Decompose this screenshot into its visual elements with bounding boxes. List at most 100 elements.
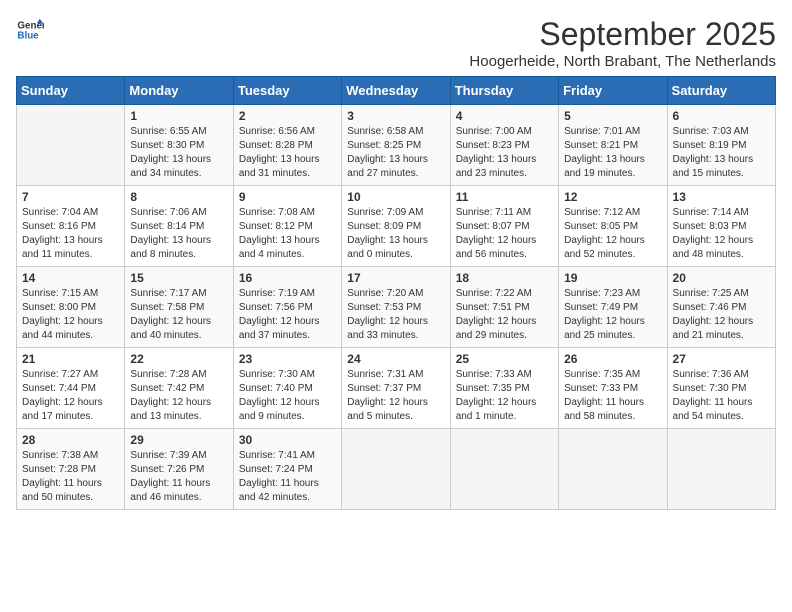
day-number: 10	[347, 190, 444, 204]
day-info: Sunrise: 7:38 AM Sunset: 7:28 PM Dayligh…	[22, 449, 119, 505]
day-header-thursday: Thursday	[450, 77, 558, 105]
day-info: Sunrise: 7:06 AM Sunset: 8:14 PM Dayligh…	[130, 206, 227, 262]
day-number: 13	[673, 190, 770, 204]
day-number: 19	[564, 271, 661, 285]
calendar-cell: 5Sunrise: 7:01 AM Sunset: 8:21 PM Daylig…	[559, 105, 667, 186]
calendar-cell: 12Sunrise: 7:12 AM Sunset: 8:05 PM Dayli…	[559, 186, 667, 267]
calendar-cell: 24 Sunrise: 7:31 AM Sunset: 7:37 PM Dayli…	[342, 348, 450, 429]
day-number: 5	[564, 109, 661, 123]
day-info: Sunrise: 7:36 AM Sunset: 7:30 PM Dayligh…	[673, 368, 770, 424]
calendar-cell: 29Sunrise: 7:39 AM Sunset: 7:26 PM Dayli…	[125, 429, 233, 510]
calendar-cell: 4 Sunrise: 7:00 AM Sunset: 8:23 PM Daylig…	[450, 105, 558, 186]
day-number: 7	[22, 190, 119, 204]
day-info: Sunrise: 7:04 AM Sunset: 8:16 PM Dayligh…	[22, 206, 119, 262]
day-info: Sunrise: 7:14 AM Sunset: 8:03 PM Dayligh…	[673, 206, 770, 262]
calendar-cell: 20Sunrise: 7:25 AM Sunset: 7:46 PM Dayli…	[667, 267, 775, 348]
day-info: Sunrise: 7:20 AM Sunset: 7:53 PM Dayligh…	[347, 287, 444, 343]
calendar-cell: 17 Sunrise: 7:20 AM Sunset: 7:53 PM Dayli…	[342, 267, 450, 348]
day-info: Sunrise: 6:58 AM Sunset: 8:25 PM Dayligh…	[347, 125, 444, 181]
calendar-cell: 11 Sunrise: 7:11 AM Sunset: 8:07 PM Dayli…	[450, 186, 558, 267]
day-info: Sunrise: 7:31 AM Sunset: 7:37 PM Dayligh…	[347, 368, 444, 424]
calendar-cell: 27 Sunrise: 7:36 AM Sunset: 7:30 PM Dayli…	[667, 348, 775, 429]
day-number: 30	[239, 433, 336, 447]
calendar-cell	[342, 429, 450, 510]
logo: General Blue	[16, 16, 44, 44]
day-info: Sunrise: 7:00 AM Sunset: 8:23 PM Dayligh…	[456, 125, 553, 181]
day-info: Sunrise: 7:28 AM Sunset: 7:42 PM Dayligh…	[130, 368, 227, 424]
day-number: 25	[456, 352, 553, 366]
day-number: 14	[22, 271, 119, 285]
week-row-2: 7 Sunrise: 7:04 AM Sunset: 8:16 PM Daylig…	[17, 186, 776, 267]
calendar-cell: 7 Sunrise: 7:04 AM Sunset: 8:16 PM Daylig…	[17, 186, 125, 267]
day-info: Sunrise: 7:11 AM Sunset: 8:07 PM Dayligh…	[456, 206, 553, 262]
day-header-tuesday: Tuesday	[233, 77, 341, 105]
day-number: 27	[673, 352, 770, 366]
day-number: 17	[347, 271, 444, 285]
calendar-cell	[559, 429, 667, 510]
day-number: 15	[130, 271, 227, 285]
day-number: 26	[564, 352, 661, 366]
calendar-cell: 14Sunrise: 7:15 AM Sunset: 8:00 PM Dayli…	[17, 267, 125, 348]
calendar-cell: 16Sunrise: 7:19 AM Sunset: 7:56 PM Dayli…	[233, 267, 341, 348]
day-header-wednesday: Wednesday	[342, 77, 450, 105]
calendar-cell: 18 Sunrise: 7:22 AM Sunset: 7:51 PM Dayli…	[450, 267, 558, 348]
calendar-cell: 26 Sunrise: 7:35 AM Sunset: 7:33 PM Dayli…	[559, 348, 667, 429]
day-number: 20	[673, 271, 770, 285]
calendar-cell: 25 Sunrise: 7:33 AM Sunset: 7:35 PM Dayli…	[450, 348, 558, 429]
day-number: 9	[239, 190, 336, 204]
month-title: September 2025	[469, 16, 776, 53]
day-number: 16	[239, 271, 336, 285]
calendar-cell: 8 Sunrise: 7:06 AM Sunset: 8:14 PM Daylig…	[125, 186, 233, 267]
day-number: 4	[456, 109, 553, 123]
logo-icon: General Blue	[16, 16, 44, 44]
day-number: 21	[22, 352, 119, 366]
day-number: 3	[347, 109, 444, 123]
day-number: 11	[456, 190, 553, 204]
calendar-cell: 21 Sunrise: 7:27 AM Sunset: 7:44 PM Dayli…	[17, 348, 125, 429]
calendar-cell: 1 Sunrise: 6:55 AM Sunset: 8:30 PM Daylig…	[125, 105, 233, 186]
calendar-cell: 9 Sunrise: 7:08 AM Sunset: 8:12 PM Daylig…	[233, 186, 341, 267]
page-header: General Blue September 2025 Hoogerheide,…	[16, 16, 776, 70]
day-number: 18	[456, 271, 553, 285]
day-info: Sunrise: 7:03 AM Sunset: 8:19 PM Dayligh…	[673, 125, 770, 181]
location-subtitle: Hoogerheide, North Brabant, The Netherla…	[469, 53, 776, 70]
day-number: 8	[130, 190, 227, 204]
day-info: Sunrise: 7:08 AM Sunset: 8:12 PM Dayligh…	[239, 206, 336, 262]
day-info: Sunrise: 7:17 AM Sunset: 7:58 PM Dayligh…	[130, 287, 227, 343]
day-number: 12	[564, 190, 661, 204]
calendar-cell: 15 Sunrise: 7:17 AM Sunset: 7:58 PM Dayli…	[125, 267, 233, 348]
day-info: Sunrise: 7:35 AM Sunset: 7:33 PM Dayligh…	[564, 368, 661, 424]
day-number: 28	[22, 433, 119, 447]
day-info: Sunrise: 7:33 AM Sunset: 7:35 PM Dayligh…	[456, 368, 553, 424]
day-header-sunday: Sunday	[17, 77, 125, 105]
day-info: Sunrise: 7:30 AM Sunset: 7:40 PM Dayligh…	[239, 368, 336, 424]
calendar-cell: 2Sunrise: 6:56 AM Sunset: 8:28 PM Daylig…	[233, 105, 341, 186]
calendar-cell: 13 Sunrise: 7:14 AM Sunset: 8:03 PM Dayli…	[667, 186, 775, 267]
svg-text:Blue: Blue	[17, 30, 39, 41]
day-number: 1	[130, 109, 227, 123]
calendar-cell: 10Sunrise: 7:09 AM Sunset: 8:09 PM Dayli…	[342, 186, 450, 267]
day-number: 24	[347, 352, 444, 366]
day-info: Sunrise: 6:55 AM Sunset: 8:30 PM Dayligh…	[130, 125, 227, 181]
day-header-saturday: Saturday	[667, 77, 775, 105]
header-row: SundayMondayTuesdayWednesdayThursdayFrid…	[17, 77, 776, 105]
day-info: Sunrise: 7:22 AM Sunset: 7:51 PM Dayligh…	[456, 287, 553, 343]
calendar-cell: 19 Sunrise: 7:23 AM Sunset: 7:49 PM Dayli…	[559, 267, 667, 348]
calendar-cell: 28 Sunrise: 7:38 AM Sunset: 7:28 PM Dayli…	[17, 429, 125, 510]
week-row-3: 14Sunrise: 7:15 AM Sunset: 8:00 PM Dayli…	[17, 267, 776, 348]
day-number: 6	[673, 109, 770, 123]
day-info: Sunrise: 7:39 AM Sunset: 7:26 PM Dayligh…	[130, 449, 227, 505]
calendar-cell	[17, 105, 125, 186]
calendar-cell: 3 Sunrise: 6:58 AM Sunset: 8:25 PM Daylig…	[342, 105, 450, 186]
calendar-cell: 6 Sunrise: 7:03 AM Sunset: 8:19 PM Daylig…	[667, 105, 775, 186]
day-info: Sunrise: 7:27 AM Sunset: 7:44 PM Dayligh…	[22, 368, 119, 424]
day-header-friday: Friday	[559, 77, 667, 105]
day-number: 23	[239, 352, 336, 366]
calendar-cell	[667, 429, 775, 510]
calendar-cell: 30Sunrise: 7:41 AM Sunset: 7:24 PM Dayli…	[233, 429, 341, 510]
title-area: September 2025 Hoogerheide, North Braban…	[469, 16, 776, 70]
week-row-1: 1 Sunrise: 6:55 AM Sunset: 8:30 PM Daylig…	[17, 105, 776, 186]
day-header-monday: Monday	[125, 77, 233, 105]
day-info: Sunrise: 7:23 AM Sunset: 7:49 PM Dayligh…	[564, 287, 661, 343]
day-number: 22	[130, 352, 227, 366]
